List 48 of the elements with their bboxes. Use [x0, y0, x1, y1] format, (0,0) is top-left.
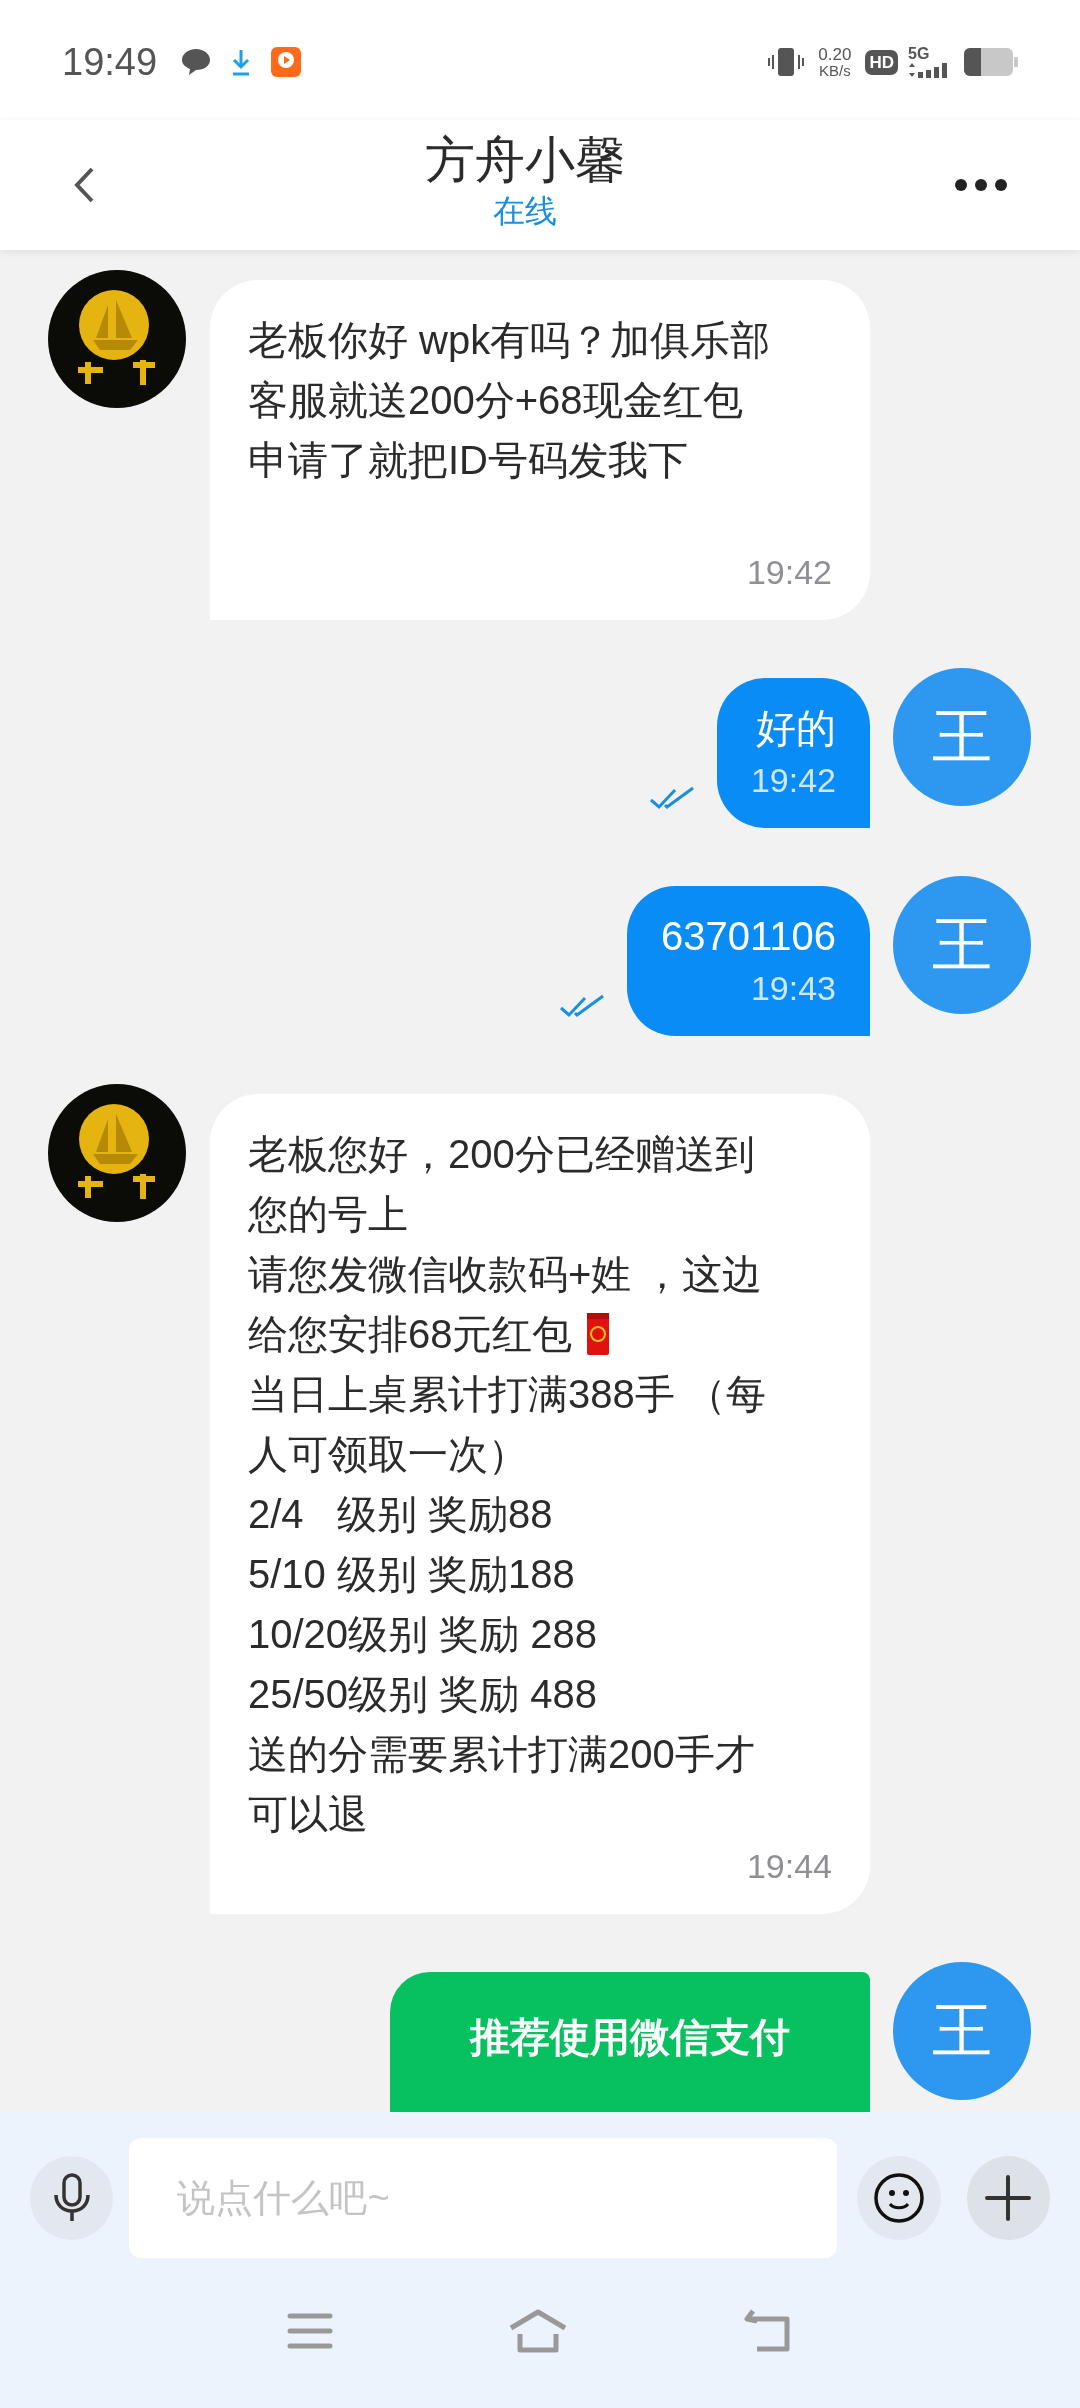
message-text: 人可领取一次）: [248, 1431, 528, 1478]
microphone-icon: [51, 2173, 92, 2223]
message-text: 申请了就把ID号码发我下: [248, 437, 688, 484]
smiley-icon: [872, 2172, 925, 2224]
message-text: 63701106: [661, 913, 836, 960]
network-speed-unit: KB/s: [819, 63, 851, 78]
message-text: 25/50级别 奖励 488: [248, 1671, 598, 1718]
message-time: 19:42: [750, 760, 836, 801]
user-avatar: 王: [893, 1962, 1031, 2100]
back-nav-icon[interactable]: [742, 2309, 793, 2353]
message-text: 客服就送200分+68现金红包: [248, 377, 743, 424]
message-input[interactable]: 说点什么吧~: [129, 2138, 838, 2258]
message-text: 给您安排68元红包: [248, 1311, 573, 1358]
message-text: 2/4 级别 奖励88: [248, 1491, 553, 1538]
plus-icon: [985, 2175, 1032, 2221]
more-icon[interactable]: [954, 178, 1008, 192]
back-icon[interactable]: [72, 165, 96, 205]
message-text: 5/10 级别 奖励188: [248, 1551, 575, 1598]
message-text: 好的: [756, 705, 836, 752]
message-text: 请您发微信收款码+姓 ，这边: [248, 1251, 763, 1298]
message-time: 19:42: [746, 552, 832, 593]
clock-time: 19:49: [62, 39, 158, 85]
message-text: 10/20级别 奖励 288: [248, 1611, 598, 1658]
online-status: 在线: [493, 192, 557, 231]
app-icon: [271, 47, 302, 77]
vibrate-icon: [768, 47, 805, 77]
message-text: 当日上桌累计打满388手 （每: [248, 1371, 766, 1418]
battery-icon: [964, 48, 1018, 76]
payment-card-title: 推荐使用微信支付: [470, 2014, 790, 2061]
network-speed: 0.20: [818, 46, 852, 63]
payment-card[interactable]: 推荐使用微信支付: [390, 1972, 870, 2112]
message-text: 您的号上: [248, 1191, 408, 1238]
message-text: 老板您好，200分已经赠送到: [248, 1131, 755, 1178]
message-time: 19:44: [746, 1846, 832, 1887]
user-avatar: 王: [893, 668, 1031, 806]
hd-badge: HD: [865, 49, 898, 75]
download-icon: [231, 48, 252, 76]
home-icon[interactable]: [508, 2309, 568, 2353]
message-text: 送的分需要累计打满200手才: [248, 1731, 755, 1778]
chat-bubble-icon: [181, 48, 212, 76]
user-avatar: 王: [893, 876, 1031, 1014]
message-time: 19:43: [750, 968, 836, 1009]
menu-icon[interactable]: [287, 2312, 334, 2350]
envelope-icon: [586, 1313, 609, 1355]
message-text: 老板你好 wpk有吗？加俱乐部: [248, 317, 771, 364]
network-type: 5G: [908, 46, 931, 62]
chat-title: 方舟小馨: [425, 131, 625, 190]
message-text: 可以退: [248, 1791, 368, 1838]
